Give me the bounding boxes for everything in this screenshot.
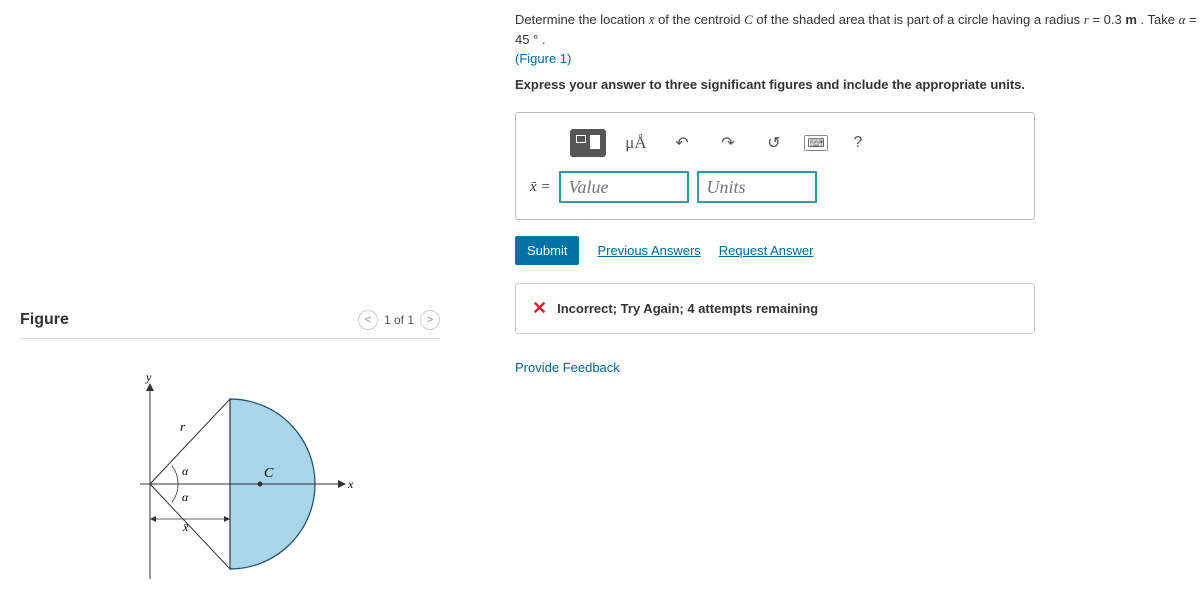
answer-box: μÅ ↶ ↷ ↺ ⌨ ? x̄ =	[515, 112, 1035, 220]
value-input[interactable]	[559, 171, 689, 203]
reset-icon[interactable]: ↺	[758, 130, 790, 156]
answer-input-row: x̄ =	[530, 171, 1020, 203]
pager-status: 1 of 1	[384, 313, 414, 327]
feedback-text: Incorrect; Try Again; 4 attempts remaini…	[557, 301, 818, 316]
svg-text:α: α	[182, 490, 189, 504]
problem-statement: Determine the location x̄ of the centroi…	[515, 10, 1200, 69]
provide-feedback-link[interactable]: Provide Feedback	[515, 360, 1200, 375]
undo-icon[interactable]: ↶	[666, 130, 698, 156]
pager-prev-button[interactable]: <	[358, 310, 378, 330]
svg-text:r: r	[180, 419, 186, 434]
figure-panel: Figure < 1 of 1 > y x	[0, 0, 460, 602]
figure-link[interactable]: (Figure 1)	[515, 51, 571, 66]
figure-pager: < 1 of 1 >	[358, 310, 440, 330]
units-input[interactable]	[697, 171, 817, 203]
units-button[interactable]: μÅ	[620, 130, 652, 156]
pager-next-button[interactable]: >	[420, 310, 440, 330]
redo-icon[interactable]: ↷	[712, 130, 744, 156]
keyboard-icon[interactable]: ⌨	[804, 135, 828, 151]
svg-text:C: C	[264, 466, 274, 481]
figure-title: Figure	[20, 311, 69, 329]
previous-answers-link[interactable]: Previous Answers	[597, 243, 700, 258]
submit-row: Submit Previous Answers Request Answer	[515, 236, 1200, 265]
incorrect-icon: ✕	[532, 298, 547, 319]
request-answer-link[interactable]: Request Answer	[719, 243, 814, 258]
figure-diagram: y x r α α C x̄	[120, 369, 440, 602]
help-icon[interactable]: ?	[842, 130, 874, 156]
answer-instruction: Express your answer to three significant…	[515, 75, 1200, 95]
svg-text:x: x	[347, 477, 354, 491]
template-button[interactable]	[570, 129, 606, 157]
svg-text:y: y	[145, 370, 152, 384]
answer-toolbar: μÅ ↶ ↷ ↺ ⌨ ?	[530, 129, 1020, 157]
variable-label: x̄ =	[530, 179, 551, 196]
submit-button[interactable]: Submit	[515, 236, 579, 265]
question-panel: Determine the location x̄ of the centroi…	[460, 0, 1200, 602]
svg-text:x̄: x̄	[182, 520, 189, 534]
svg-text:α: α	[182, 464, 189, 478]
feedback-box: ✕ Incorrect; Try Again; 4 attempts remai…	[515, 283, 1035, 334]
